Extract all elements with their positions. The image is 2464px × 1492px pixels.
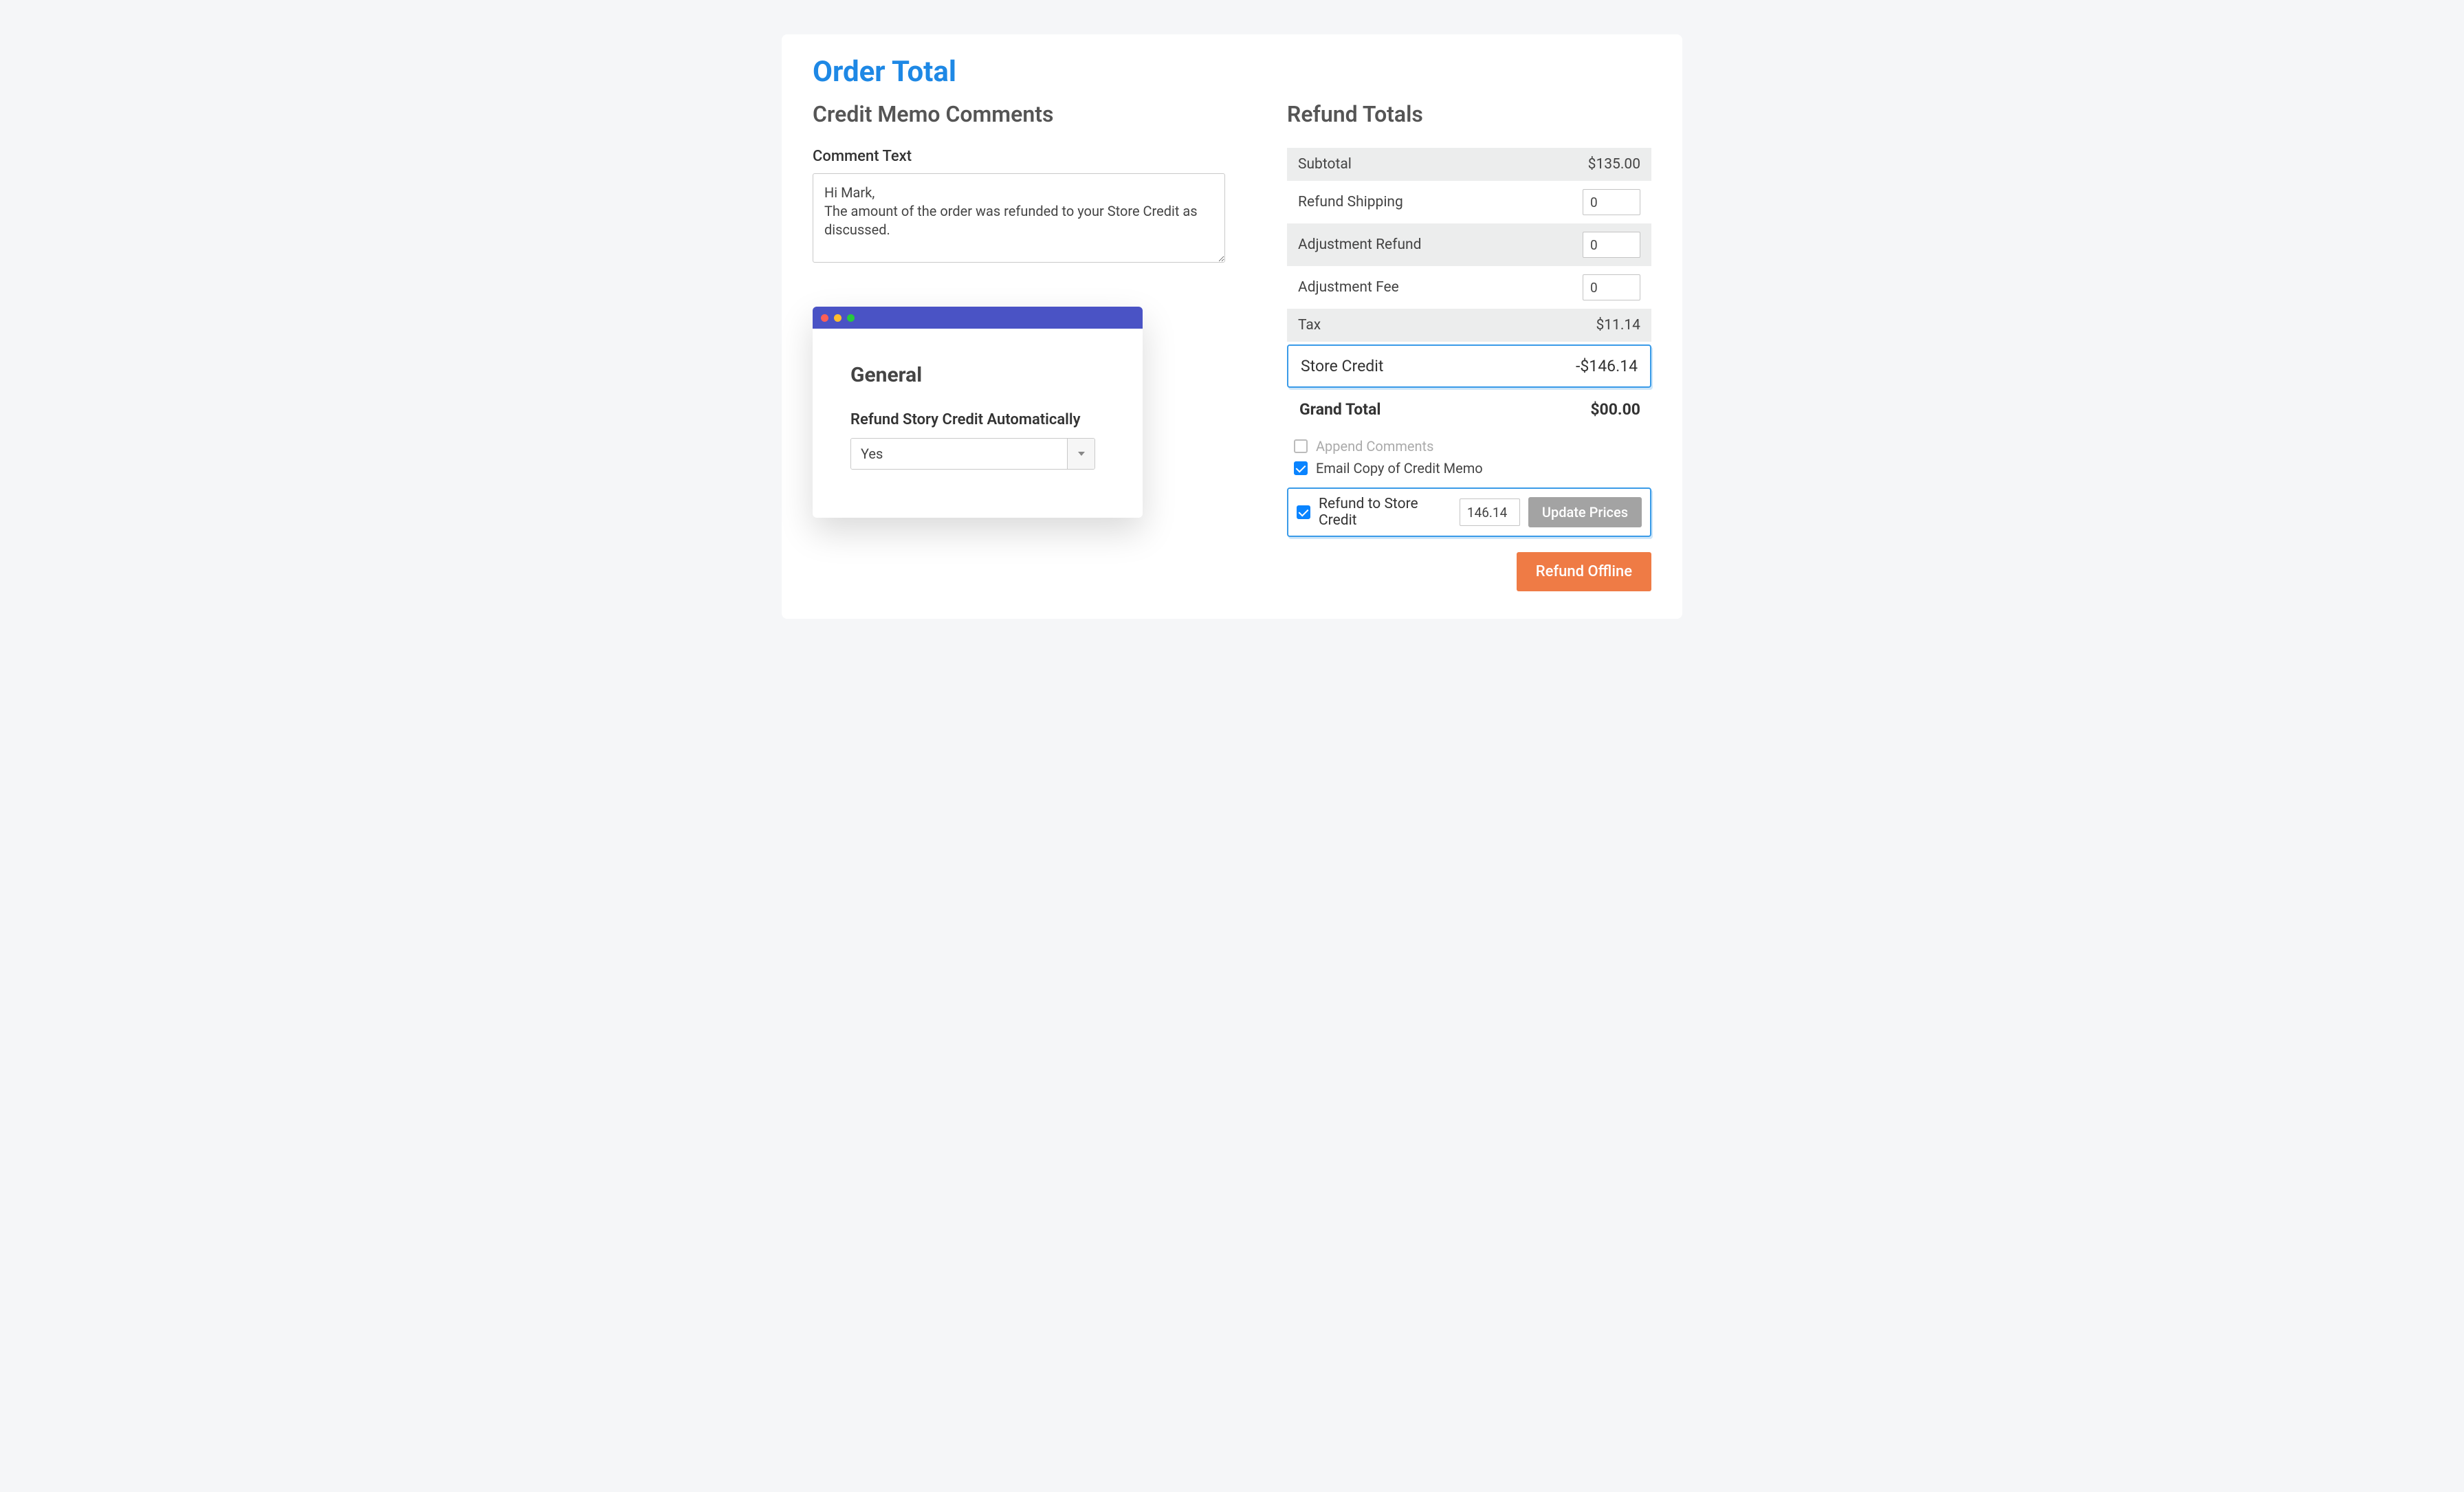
window-maximize-dot (847, 314, 855, 322)
refund-to-store-credit-row: Refund to Store Credit Update Prices (1287, 487, 1651, 537)
refund-totals-column: Refund Totals Subtotal $135.00 Refund Sh… (1287, 101, 1651, 591)
comment-text-label: Comment Text (813, 148, 1225, 165)
window-body: General Refund Story Credit Automaticall… (813, 329, 1143, 518)
refund-to-sc-input[interactable] (1460, 498, 1520, 526)
adjustment-refund-label: Adjustment Refund (1298, 237, 1421, 253)
adjustment-fee-input[interactable] (1583, 274, 1640, 300)
credit-memo-heading: Credit Memo Comments (813, 101, 1225, 127)
credit-memo-column: Credit Memo Comments Comment Text Genera… (813, 101, 1225, 591)
email-copy-checkbox[interactable] (1294, 461, 1308, 475)
window-titlebar (813, 307, 1143, 329)
store-credit-label: Store Credit (1301, 357, 1383, 375)
refund-shipping-row: Refund Shipping (1287, 181, 1651, 223)
email-copy-row[interactable]: Email Copy of Credit Memo (1287, 457, 1651, 479)
grand-total-row: Grand Total $00.00 (1287, 391, 1651, 431)
general-heading: General (850, 363, 1105, 387)
append-comments-row[interactable]: Append Comments (1287, 435, 1651, 457)
refund-offline-button[interactable]: Refund Offline (1517, 552, 1651, 591)
tax-value: $11.14 (1596, 317, 1640, 333)
append-comments-label: Append Comments (1316, 438, 1433, 454)
chevron-down-icon (1067, 439, 1094, 469)
refund-auto-label: Refund Story Credit Automatically (850, 411, 1105, 428)
refund-to-sc-checkbox[interactable] (1297, 505, 1310, 519)
store-credit-value: -$146.14 (1576, 357, 1638, 375)
comment-textarea[interactable] (813, 173, 1225, 263)
page-title: Order Total (813, 55, 1651, 89)
refund-shipping-input[interactable] (1583, 189, 1640, 215)
grand-total-label: Grand Total (1299, 400, 1380, 419)
columns: Credit Memo Comments Comment Text Genera… (813, 101, 1651, 591)
subtotal-label: Subtotal (1298, 156, 1352, 173)
window-minimize-dot (834, 314, 842, 322)
tax-label: Tax (1298, 317, 1321, 333)
refund-totals-heading: Refund Totals (1287, 101, 1651, 127)
general-settings-window: General Refund Story Credit Automaticall… (813, 307, 1143, 518)
refund-to-sc-label: Refund to Store Credit (1319, 496, 1451, 529)
options-block: Append Comments Email Copy of Credit Mem… (1287, 435, 1651, 479)
window-close-dot (821, 314, 828, 322)
grand-total-value: $00.00 (1590, 400, 1640, 419)
adjustment-refund-row: Adjustment Refund (1287, 223, 1651, 266)
append-comments-checkbox[interactable] (1294, 439, 1308, 453)
subtotal-row: Subtotal $135.00 (1287, 148, 1651, 181)
email-copy-label: Email Copy of Credit Memo (1316, 460, 1483, 476)
store-credit-row: Store Credit -$146.14 (1287, 344, 1651, 388)
order-total-card: Order Total Credit Memo Comments Comment… (782, 34, 1682, 619)
update-prices-button[interactable]: Update Prices (1528, 497, 1642, 527)
tax-row: Tax $11.14 (1287, 309, 1651, 342)
adjustment-refund-input[interactable] (1583, 232, 1640, 258)
adjustment-fee-label: Adjustment Fee (1298, 279, 1399, 296)
refund-auto-value: Yes (851, 439, 1067, 469)
refund-shipping-label: Refund Shipping (1298, 194, 1403, 210)
subtotal-value: $135.00 (1588, 156, 1640, 173)
adjustment-fee-row: Adjustment Fee (1287, 266, 1651, 309)
refund-auto-select[interactable]: Yes (850, 438, 1095, 470)
